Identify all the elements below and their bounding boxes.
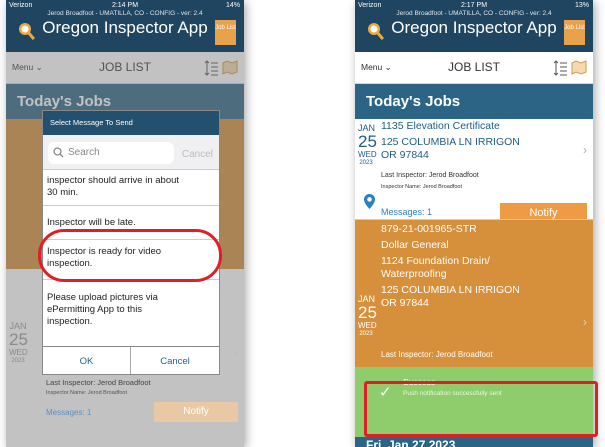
section-header-next: Fri, Jan 27 2023 xyxy=(355,437,593,447)
app-title: Oregon Inspector App xyxy=(391,18,557,37)
app-subtitle: Jerod Broadfoot - UMATILLA, CO - CONFIG … xyxy=(47,10,203,17)
job-work-type-line2: Waterproofing xyxy=(381,268,447,280)
job-title: 1135 Elevation Certificate xyxy=(381,120,500,132)
notify-button[interactable]: Notify xyxy=(154,402,238,422)
app-title: Oregon Inspector App xyxy=(42,18,208,37)
app-subtitle: Jerod Broadfoot - UMATILLA, CO - CONFIG … xyxy=(396,10,552,17)
map-icon[interactable] xyxy=(571,60,587,75)
inspector-name: Inspector Name: Jerod Broadfoot xyxy=(381,184,463,190)
job-work-type: 1124 Foundation Drain/ xyxy=(381,255,490,267)
last-inspector: Last Inspector: Jerod Broadfoot xyxy=(381,172,479,179)
notify-button[interactable]: Notify xyxy=(500,203,587,219)
message-option[interactable]: inspector should arrive in about 30 min. xyxy=(43,172,219,206)
job-date: JAN 25 WED 2023 xyxy=(9,321,28,364)
permit-number: 879-21-001965-STR xyxy=(381,223,477,235)
sort-icon[interactable] xyxy=(553,60,567,76)
ok-button[interactable]: OK xyxy=(43,347,131,374)
app-header: Verizon 2:14 PM 14% Jerod Broadfoot - UM… xyxy=(6,0,244,52)
last-inspector: Last Inspector: Jerod Broadfoot xyxy=(46,378,151,387)
message-option[interactable]: Please upload pictures via ePermitting Ap… xyxy=(43,280,219,346)
chevron-right-icon: › xyxy=(583,143,587,157)
highlight-box xyxy=(364,381,598,437)
search-cancel-button[interactable]: Cancel xyxy=(182,149,213,160)
job-actions: Messages: 1 Notify xyxy=(355,203,593,219)
dialog-buttons: OK Cancel xyxy=(43,346,219,374)
highlight-oval xyxy=(38,229,222,282)
search-input[interactable]: Search xyxy=(48,142,174,164)
job-address-line2: OR 97844 xyxy=(381,297,429,309)
inspector-name: Inspector Name: Jerod Broadfoot xyxy=(46,390,128,396)
messages-link[interactable]: Messages: 1 xyxy=(381,207,432,217)
dialog-title: Select Message To Send xyxy=(43,111,219,135)
search-icon xyxy=(53,147,64,158)
job-address-line2: OR 97844 xyxy=(381,149,429,161)
cancel-button[interactable]: Cancel xyxy=(131,347,219,374)
job-list-button[interactable]: Job List xyxy=(215,20,236,45)
dialog-search-bar: Search Cancel xyxy=(43,135,219,170)
job-card[interactable]: JAN 25 WED 2023 1135 Elevation Certificate … xyxy=(355,119,593,220)
app-header: Verizon 2:17 PM 13% Jerod Broadfoot - UM… xyxy=(355,0,593,52)
job-address: 125 COLUMBIA LN IRRIGON xyxy=(381,136,520,148)
job-owner: Dollar General xyxy=(381,239,449,251)
job-address: 125 COLUMBIA LN IRRIGON xyxy=(381,284,520,296)
job-date: JAN 25 WED 2023 xyxy=(358,294,377,337)
section-header-today: Today's Jobs xyxy=(355,84,593,119)
phone-screenshot-dialog: Verizon 2:14 PM 14% Jerod Broadfoot - UM… xyxy=(6,0,244,447)
toolbar: Menu ⌄ JOB LIST xyxy=(355,52,593,84)
phone-screenshot-joblist: Verizon 2:17 PM 13% Jerod Broadfoot - UM… xyxy=(355,0,593,447)
messages-link[interactable]: Messages: 1 xyxy=(46,408,91,417)
chevron-right-icon: › xyxy=(234,345,238,359)
chevron-right-icon: › xyxy=(583,315,587,329)
job-card[interactable]: 879-21-001965-STR Dollar General 1124 Fo… xyxy=(355,220,593,370)
job-list-button[interactable]: Job List xyxy=(564,20,585,45)
job-date: JAN 25 WED 2023 xyxy=(358,123,377,166)
last-inspector: Last Inspector: Jerod Broadfoot xyxy=(381,350,493,359)
